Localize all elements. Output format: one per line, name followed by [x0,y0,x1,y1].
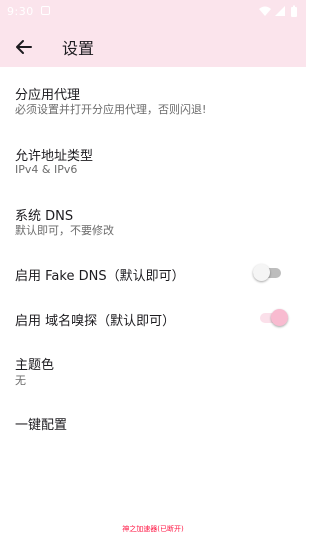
fake-dns-toggle[interactable] [253,263,281,283]
connection-status-text: 神之加速器(已断开) [122,525,184,533]
setting-domain-sniffing[interactable]: 启用 域名嗅探（默认即可） [0,303,306,335]
setting-title: 允许地址类型 [15,149,94,164]
back-arrow-icon[interactable] [13,36,35,58]
setting-system-dns[interactable]: 系统 DNS 默认即可，不要修改 [0,199,306,259]
app-bar: 设置 [0,24,306,67]
setting-subtitle: 默认即可，不要修改 [15,224,114,237]
setting-subtitle: 无 [15,374,26,387]
setting-subtitle: IPv4 & IPv6 [15,163,78,176]
setting-title: 一键配置 [15,418,68,433]
setting-title: 主题色 [15,358,55,373]
status-time: 9:30 [7,5,34,18]
status-bar: 9:30 [0,0,306,24]
wifi-signal-battery-icon [259,5,297,17]
setting-one-click-config[interactable]: 一键配置 [0,408,306,440]
setting-subtitle: 必须设置并打开分应用代理，否则闪退! [15,103,207,116]
notification-icon [41,6,50,15]
setting-per-app-proxy[interactable]: 分应用代理 必须设置并打开分应用代理，否则闪退! [0,78,306,138]
setting-address-type[interactable]: 允许地址类型 IPv4 & IPv6 [0,139,306,199]
status-icons [258,5,300,21]
setting-theme-color[interactable]: 主题色 无 [0,348,306,408]
domain-sniffing-toggle[interactable] [260,308,288,328]
setting-fake-dns[interactable]: 启用 Fake DNS（默认即可） [0,258,306,290]
page-title: 设置 [62,39,95,58]
setting-title: 启用 域名嗅探（默认即可） [15,314,176,329]
setting-title: 启用 Fake DNS（默认即可） [15,269,185,284]
